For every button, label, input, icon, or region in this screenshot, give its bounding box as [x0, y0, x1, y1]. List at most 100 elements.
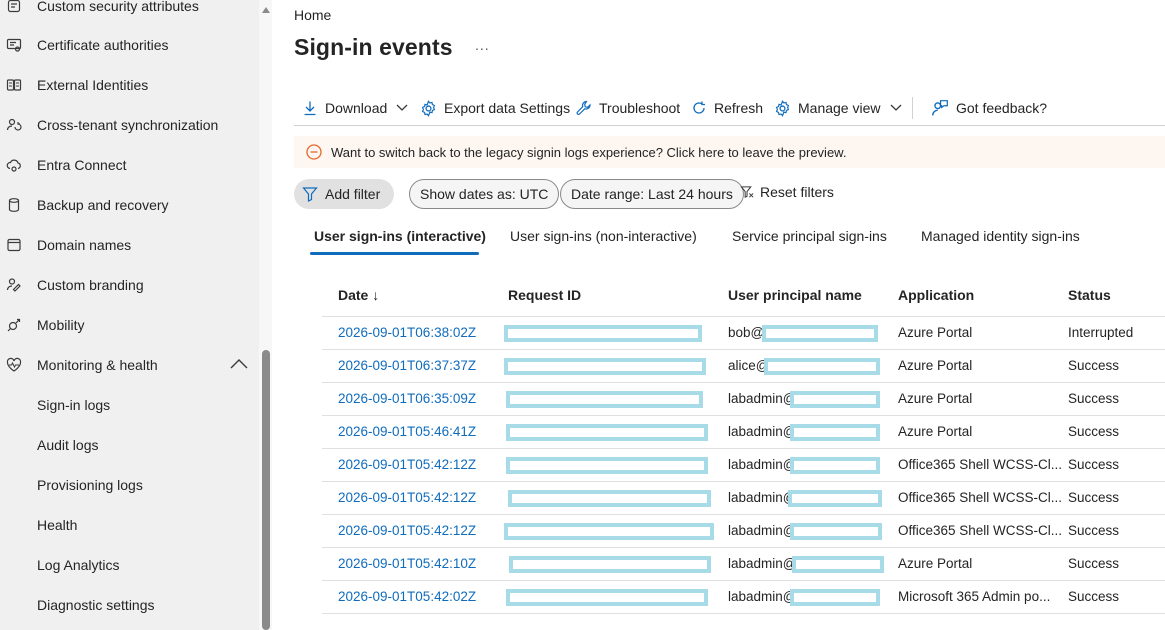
- sidebar-item-label: Diagnostic settings: [37, 597, 155, 613]
- add-filter-label: Add filter: [325, 186, 381, 202]
- cell-status: Success: [1068, 589, 1120, 604]
- cell-date[interactable]: 2026-09-01T05:42:10Z: [338, 556, 476, 571]
- cell-upn: labadmin@: [728, 523, 797, 538]
- sidebar-item-entra-connect[interactable]: Entra Connect: [0, 145, 259, 185]
- sidebar-item-label: Log Analytics: [37, 557, 120, 573]
- table-row[interactable]: 2026-09-01T05:42:10Z labadmin@ Azure Porta…: [322, 548, 1165, 581]
- sidebar-item-custom-branding[interactable]: Custom branding: [0, 265, 259, 305]
- cell-date[interactable]: 2026-09-01T05:46:41Z: [338, 424, 476, 439]
- toolbar-separator: [912, 97, 913, 119]
- cell-date[interactable]: 2026-09-01T05:42:12Z: [338, 490, 476, 505]
- gear-icon: [775, 99, 790, 117]
- sidebar-item-health[interactable]: Health: [0, 505, 259, 545]
- cell-upn: labadmin@: [728, 457, 797, 472]
- scrollbar-thumb[interactable]: [262, 350, 270, 630]
- sidebar-item-certificate-authorities[interactable]: Certificate authorities: [0, 25, 259, 65]
- sidebar-item-domain-names[interactable]: Domain names: [0, 225, 259, 265]
- chevron-down-icon: [890, 104, 901, 111]
- sidebar-item-backup-recovery[interactable]: Backup and recovery: [0, 185, 259, 225]
- redacted-request-id: [506, 424, 708, 441]
- troubleshoot-button[interactable]: Troubleshoot: [576, 94, 680, 122]
- scroll-up-arrow-icon[interactable]: [262, 1, 270, 13]
- cell-date[interactable]: 2026-09-01T05:42:12Z: [338, 457, 476, 472]
- table-row[interactable]: 2026-09-01T05:42:12Z labadmin@ Office365 S…: [322, 449, 1165, 482]
- redacted-request-id: [506, 457, 708, 474]
- table-row[interactable]: 2026-09-01T06:37:37Z alice@ Azure Portal Su…: [322, 350, 1165, 383]
- sidebar-item-external-identities[interactable]: External Identities: [0, 65, 259, 105]
- column-header-upn[interactable]: User principal name: [728, 287, 862, 303]
- download-button[interactable]: Download: [302, 94, 415, 122]
- column-header-status[interactable]: Status: [1068, 287, 1111, 303]
- table-row[interactable]: 2026-09-01T06:35:09Z labadmin@ Azure Porta…: [322, 383, 1165, 416]
- cell-date[interactable]: 2026-09-01T05:42:12Z: [338, 523, 476, 538]
- cell-upn: labadmin@: [728, 424, 797, 439]
- cell-application: Azure Portal: [898, 358, 973, 373]
- sidebar-item-label: Audit logs: [37, 437, 99, 453]
- table-row[interactable]: 2026-09-01T05:46:41Z labadmin@ Azure Porta…: [322, 416, 1165, 449]
- tab-user-interactive[interactable]: User sign-ins (interactive): [314, 228, 486, 244]
- cell-application: Office365 Shell WCSS-Cl...: [898, 490, 1063, 505]
- more-options-button[interactable]: ...: [475, 37, 490, 53]
- sidebar-item-label: Entra Connect: [37, 157, 127, 173]
- cell-upn: labadmin@: [728, 490, 797, 505]
- table-row[interactable]: 2026-09-01T05:42:02Z labadmin@ Microsoft 3…: [322, 581, 1165, 614]
- main-content: Home Sign-in events ... Download Export …: [272, 0, 1165, 630]
- tab-user-non-interactive[interactable]: User sign-ins (non-interactive): [510, 228, 697, 244]
- preview-banner[interactable]: Want to switch back to the legacy signin…: [294, 136, 1165, 168]
- cell-status: Success: [1068, 358, 1120, 373]
- database-icon: [6, 197, 22, 213]
- sidebar-item-label: External Identities: [37, 77, 149, 93]
- sidebar-item-log-analytics[interactable]: Log Analytics: [0, 545, 259, 585]
- column-header-date[interactable]: Date ↓: [338, 287, 379, 303]
- column-header-request-id[interactable]: Request ID: [508, 287, 581, 303]
- manage-view-button[interactable]: Manage view: [774, 94, 909, 122]
- table-row[interactable]: 2026-09-01T05:42:12Z labadmin@ Office365 S…: [322, 482, 1165, 515]
- add-filter-button[interactable]: Add filter: [294, 179, 394, 209]
- show-dates-filter-pill[interactable]: Show dates as: UTC: [409, 179, 560, 209]
- download-icon: [304, 101, 316, 116]
- table-row[interactable]: 2026-09-01T06:38:02Z bob@ Azure Portal Inte…: [322, 317, 1165, 350]
- refresh-icon: [693, 101, 705, 114]
- sidebar-item-label: Custom branding: [37, 277, 144, 293]
- sidebar-item-monitoring-health[interactable]: Monitoring & health: [0, 345, 259, 385]
- redacted-upn-domain: [788, 490, 882, 507]
- redacted-upn-domain: [790, 589, 880, 606]
- domain-icon: [6, 237, 22, 253]
- sidebar-item-cross-tenant-sync[interactable]: Cross-tenant synchronization: [0, 105, 259, 145]
- cell-status: Success: [1068, 523, 1120, 538]
- cell-status: Interrupted: [1068, 325, 1134, 340]
- sidebar-item-provisioning-logs[interactable]: Provisioning logs: [0, 465, 259, 505]
- manage-view-label: Manage view: [798, 100, 881, 116]
- security-attributes-icon: [6, 0, 22, 14]
- breadcrumb-home[interactable]: Home: [294, 7, 331, 23]
- wrench-icon: [576, 100, 591, 115]
- sidebar-item-mobility[interactable]: Mobility: [0, 305, 259, 345]
- cell-date[interactable]: 2026-09-01T06:35:09Z: [338, 391, 476, 406]
- column-header-application[interactable]: Application: [898, 287, 974, 303]
- feedback-button[interactable]: Got feedback?: [931, 94, 1047, 122]
- table-row[interactable]: 2026-09-01T05:42:12Z labadmin@ Office365 S…: [322, 515, 1165, 548]
- cell-date[interactable]: 2026-09-01T06:37:37Z: [338, 358, 476, 373]
- sidebar-item-sign-in-logs[interactable]: Sign-in logs: [0, 385, 259, 425]
- info-minus-circle-icon: [306, 144, 322, 163]
- external-identities-icon: [6, 77, 22, 93]
- banner-text: Want to switch back to the legacy signin…: [331, 145, 847, 160]
- troubleshoot-label: Troubleshoot: [599, 100, 681, 116]
- tab-service-principal[interactable]: Service principal sign-ins: [732, 228, 887, 244]
- redacted-request-id: [504, 325, 702, 342]
- sync-users-icon: [6, 117, 22, 133]
- cell-application: Azure Portal: [898, 424, 973, 439]
- cell-upn: labadmin@: [728, 391, 797, 406]
- export-data-settings-button[interactable]: Export data Settings: [420, 94, 570, 122]
- cell-date[interactable]: 2026-09-01T06:38:02Z: [338, 325, 476, 340]
- sidebar-item-diagnostic-settings[interactable]: Diagnostic settings: [0, 585, 259, 625]
- refresh-button[interactable]: Refresh: [691, 94, 763, 122]
- sidebar-item-audit-logs[interactable]: Audit logs: [0, 425, 259, 465]
- reset-filters-button[interactable]: Reset filters: [740, 184, 834, 200]
- chevron-up-icon[interactable]: [230, 357, 248, 373]
- cell-date[interactable]: 2026-09-01T05:42:02Z: [338, 589, 476, 604]
- sidebar-item-custom-security-attributes[interactable]: Custom security attributes: [0, 0, 259, 26]
- redacted-upn-domain: [792, 556, 884, 573]
- tab-managed-identity[interactable]: Managed identity sign-ins: [921, 228, 1080, 244]
- date-range-filter-pill[interactable]: Date range: Last 24 hours: [560, 179, 744, 209]
